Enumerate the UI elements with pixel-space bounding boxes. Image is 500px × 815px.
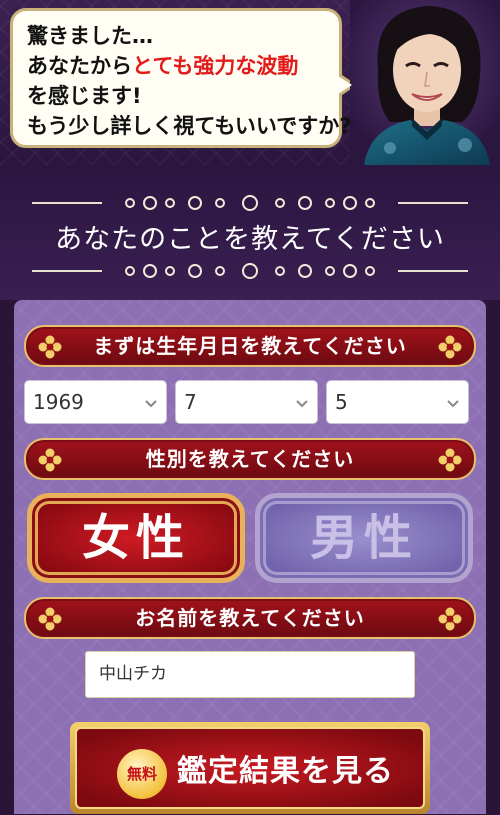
chevron-down-icon <box>296 400 308 408</box>
birth-month-value: 7 <box>184 390 197 414</box>
birthday-heading: まずは生年月日を教えてください <box>24 325 476 367</box>
flower-icon <box>438 335 462 359</box>
birthday-heading-label: まずは生年月日を教えてください <box>93 334 407 358</box>
birth-day-select[interactable]: 5 <box>326 380 469 424</box>
birth-year-value: 1969 <box>33 390 84 414</box>
flower-icon <box>438 607 462 631</box>
bubble-line-3: を感じます! <box>27 84 142 108</box>
ornament-knot-icon <box>125 263 375 279</box>
ornament-bottom <box>0 261 500 281</box>
page-title: あなたのことを教えてください <box>55 224 445 255</box>
submit-button-inner: 無料 鑑定結果を見る <box>75 727 425 809</box>
gender-heading: 性別を教えてください <box>24 438 476 480</box>
name-heading-label: お名前を教えてください <box>135 606 365 630</box>
free-badge: 無料 <box>117 749 167 799</box>
flower-icon <box>438 448 462 472</box>
gender-heading-label: 性別を教えてください <box>145 447 355 471</box>
gender-male-button[interactable]: 男性 <box>255 493 473 583</box>
birth-day-value: 5 <box>335 390 348 414</box>
bubble-highlight: とても強力な波動 <box>132 54 299 78</box>
bubble-line-4: もう少し詳しく視てもいいですか? <box>27 114 352 138</box>
submit-button[interactable]: 無料 鑑定結果を見る <box>70 722 430 814</box>
submit-label: 鑑定結果を見る <box>177 754 394 789</box>
title-area: あなたのことを教えてください <box>0 165 500 300</box>
chevron-down-icon <box>145 400 157 408</box>
name-input[interactable]: 中山チカ <box>85 651 415 698</box>
header: 驚きました… あなたからとても強力な波動 を感じます! もう少し詳しく視てもいい… <box>0 0 500 165</box>
ornament-top <box>0 193 500 213</box>
bubble-line-2: あなたからとても強力な波動 <box>27 54 299 78</box>
birth-month-select[interactable]: 7 <box>175 380 318 424</box>
fortune-teller-portrait <box>350 0 500 165</box>
birth-year-select[interactable]: 1969 <box>24 380 167 424</box>
chevron-down-icon <box>447 400 459 408</box>
name-heading: お名前を教えてください <box>24 597 476 639</box>
bubble-line-1: 驚きました… <box>27 24 153 48</box>
ornament-knot-icon <box>125 195 375 211</box>
gender-female-button[interactable]: 女性 <box>27 493 245 583</box>
speech-bubble: 驚きました… あなたからとても強力な波動 を感じます! もう少し詳しく視てもいい… <box>10 8 357 148</box>
